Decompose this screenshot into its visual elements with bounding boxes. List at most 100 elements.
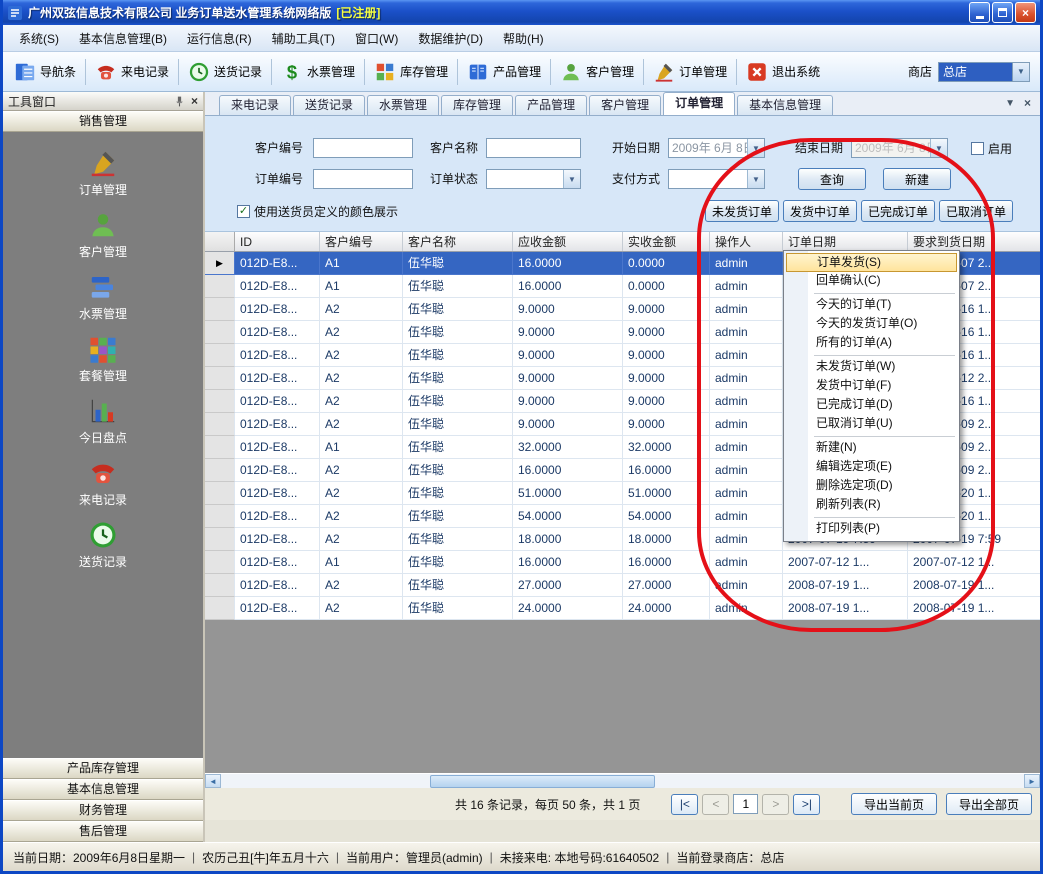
row-selector[interactable]: [205, 367, 235, 390]
row-selector[interactable]: [205, 321, 235, 344]
context-menu-item-5[interactable]: 所有的订单(A): [786, 334, 957, 353]
sidebar-section-sales[interactable]: 销售管理: [3, 111, 203, 132]
column-header-5[interactable]: 操作人: [710, 232, 783, 251]
scroll-right-icon[interactable]: ►: [1024, 774, 1040, 788]
column-header-6[interactable]: 订单日期: [783, 232, 908, 251]
store-select[interactable]: 总店 ▼: [938, 62, 1030, 82]
row-selector[interactable]: [205, 597, 235, 620]
sidebar-item-order[interactable]: 订单管理: [3, 142, 203, 204]
prev-page-button[interactable]: <: [702, 794, 729, 815]
checkbox-box[interactable]: [971, 142, 984, 155]
row-selector[interactable]: [205, 528, 235, 551]
scroll-left-icon[interactable]: ◄: [205, 774, 221, 788]
column-header-0[interactable]: ID: [235, 232, 320, 251]
filter-button-completed[interactable]: 已完成订单: [861, 200, 935, 222]
menu-item-system[interactable]: 系统(S): [9, 25, 69, 52]
row-selector[interactable]: [205, 551, 235, 574]
context-menu-item-13[interactable]: 编辑选定项(E): [786, 458, 957, 477]
toolbar-button-product[interactable]: 产品管理: [460, 57, 548, 87]
minimize-button[interactable]: [969, 2, 990, 23]
toolbar-button-inventory[interactable]: 库存管理: [367, 57, 455, 87]
export-current-page-button[interactable]: 导出当前页: [851, 793, 937, 815]
sidebar-item-phone[interactable]: 来电记录: [3, 452, 203, 514]
filter-button-not-shipped[interactable]: 未发货订单: [705, 200, 779, 222]
order-status-select[interactable]: ▼: [486, 169, 581, 189]
menu-item-window[interactable]: 窗口(W): [345, 25, 408, 52]
next-page-button[interactable]: >: [762, 794, 789, 815]
sidebar-section-product-inventory[interactable]: 产品库存管理: [3, 758, 203, 779]
row-selector[interactable]: [205, 436, 235, 459]
sidebar-section-finance[interactable]: 财务管理: [3, 800, 203, 821]
checkbox-checked-box[interactable]: ✓: [237, 205, 250, 218]
context-menu-item-0[interactable]: 订单发货(S): [786, 253, 957, 272]
chevron-down-icon[interactable]: ▼: [1012, 63, 1029, 81]
row-selector[interactable]: [205, 390, 235, 413]
menu-item-basic-info[interactable]: 基本信息管理(B): [69, 25, 177, 52]
context-menu-item-15[interactable]: 刷新列表(R): [786, 496, 957, 515]
table-row[interactable]: 012D-E8...A1伍华聪16.000016.0000admin2007-0…: [205, 551, 1040, 574]
start-date-picker[interactable]: 2009年 6月 8日 ▼: [668, 138, 765, 158]
row-selector[interactable]: [205, 574, 235, 597]
customer-no-input[interactable]: [313, 138, 413, 158]
toolbar-button-customer[interactable]: 客户管理: [553, 57, 641, 87]
first-page-button[interactable]: |<: [671, 794, 698, 815]
sidebar-item-ticket[interactable]: 水票管理: [3, 266, 203, 328]
row-selector[interactable]: [205, 413, 235, 436]
tab-overflow-chevron-down-icon[interactable]: ▼: [1005, 98, 1015, 109]
context-menu-item-3[interactable]: 今天的订单(T): [786, 296, 957, 315]
row-selector[interactable]: [205, 344, 235, 367]
pin-icon[interactable]: [173, 95, 186, 108]
toolbar-button-clock[interactable]: 送货记录: [181, 57, 269, 87]
tab-basic-info[interactable]: 基本信息管理: [737, 95, 833, 115]
export-all-pages-button[interactable]: 导出全部页: [946, 793, 1032, 815]
enable-checkbox[interactable]: 启用: [971, 140, 1012, 157]
delivery-color-checkbox[interactable]: ✓ 使用送货员定义的颜色展示: [237, 203, 398, 220]
maximize-button[interactable]: [992, 2, 1013, 23]
column-header-4[interactable]: 实收金额: [623, 232, 710, 251]
order-no-input[interactable]: [313, 169, 413, 189]
column-header-1[interactable]: 客户编号: [320, 232, 403, 251]
last-page-button[interactable]: >|: [793, 794, 820, 815]
filter-button-cancelled[interactable]: 已取消订单: [939, 200, 1013, 222]
scrollbar-thumb[interactable]: [430, 775, 655, 788]
chevron-down-icon[interactable]: ▼: [563, 170, 580, 188]
row-selector[interactable]: [205, 298, 235, 321]
chevron-down-icon[interactable]: ▼: [747, 170, 764, 188]
table-row[interactable]: 012D-E8...A2伍华聪27.000027.0000admin2008-0…: [205, 574, 1040, 597]
close-icon[interactable]: ×: [191, 94, 198, 108]
column-header-3[interactable]: 应收金额: [513, 232, 623, 251]
context-menu-item-1[interactable]: 回单确认(C): [786, 272, 957, 291]
column-header-7[interactable]: 要求到货日期: [908, 232, 1040, 251]
customer-name-input[interactable]: [486, 138, 581, 158]
toolbar-button-dollar[interactable]: $水票管理: [274, 57, 362, 87]
context-menu-item-7[interactable]: 未发货订单(W): [786, 358, 957, 377]
pay-method-select[interactable]: ▼: [668, 169, 765, 189]
context-menu-item-14[interactable]: 删除选定项(D): [786, 477, 957, 496]
sidebar-item-chart[interactable]: 今日盘点: [3, 390, 203, 452]
menu-item-runtime-info[interactable]: 运行信息(R): [177, 25, 262, 52]
toolbar-button-exit[interactable]: 退出系统: [739, 57, 827, 87]
context-menu-item-9[interactable]: 已完成订单(D): [786, 396, 957, 415]
row-selector[interactable]: [205, 482, 235, 505]
filter-button-shipping[interactable]: 发货中订单: [783, 200, 857, 222]
column-header-2[interactable]: 客户名称: [403, 232, 513, 251]
sidebar-section-after-sales[interactable]: 售后管理: [3, 821, 203, 842]
tab-ticket[interactable]: 水票管理: [367, 95, 439, 115]
tab-customer[interactable]: 客户管理: [589, 95, 661, 115]
close-button[interactable]: ×: [1015, 2, 1036, 23]
row-selector[interactable]: [205, 459, 235, 482]
menu-item-help[interactable]: 帮助(H): [493, 25, 554, 52]
sidebar-item-clock[interactable]: 送货记录: [3, 514, 203, 576]
tab-delivery-log[interactable]: 送货记录: [293, 95, 365, 115]
row-selector[interactable]: [205, 275, 235, 298]
tab-order[interactable]: 订单管理: [663, 92, 735, 115]
menu-item-data-maintenance[interactable]: 数据维护(D): [408, 25, 493, 52]
sidebar-item-package[interactable]: 套餐管理: [3, 328, 203, 390]
page-number-box[interactable]: 1: [733, 794, 758, 814]
tab-inventory[interactable]: 库存管理: [441, 95, 513, 115]
toolbar-button-navigator[interactable]: 导航条: [7, 57, 83, 87]
query-button[interactable]: 查询: [798, 168, 866, 190]
tab-close-icon[interactable]: ×: [1024, 96, 1031, 110]
table-row[interactable]: 012D-E8...A2伍华聪24.000024.0000admin2008-0…: [205, 597, 1040, 620]
new-button[interactable]: 新建: [883, 168, 951, 190]
